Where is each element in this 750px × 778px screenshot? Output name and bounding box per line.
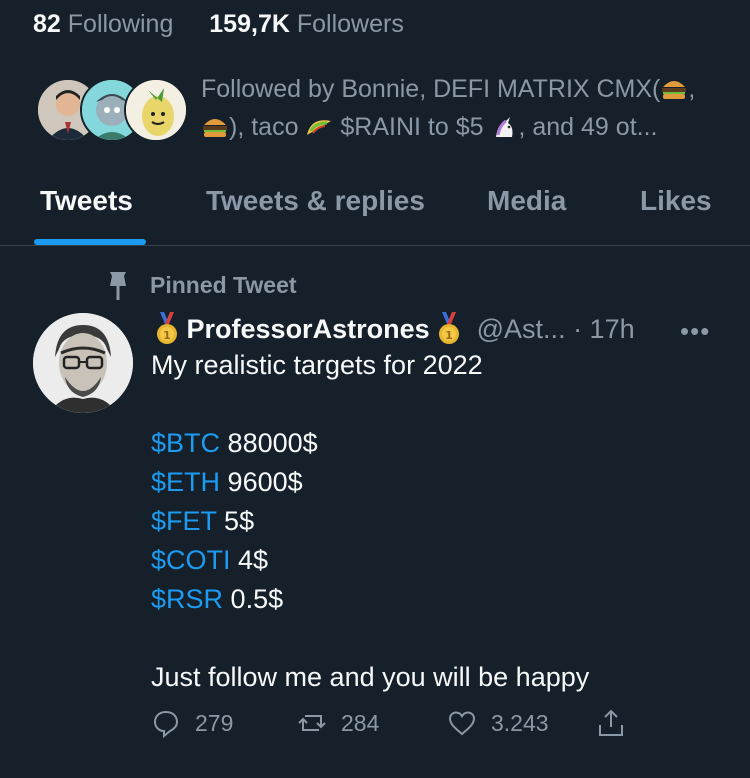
follow-stats: 82 Following 159,7K Followers [33, 10, 404, 39]
following-link[interactable]: 82 Following [33, 10, 180, 38]
like-button[interactable]: 3.243 [447, 708, 549, 738]
more-options-icon[interactable]: ••• [680, 316, 710, 347]
taco-emoji [305, 112, 333, 136]
medal-icon: 1 [437, 312, 461, 346]
burger-emoji [201, 112, 229, 137]
cashtag-link[interactable]: $COTI [151, 545, 231, 575]
tweet-actions: 279 284 3.243 [151, 708, 631, 748]
tweet-header: 1 ProfessorAstrones 1 @Ast... · 17h [155, 312, 635, 346]
svg-text:1: 1 [163, 329, 171, 342]
reply-button[interactable]: 279 [151, 708, 233, 738]
target-line: $COTI 4$ [151, 545, 269, 575]
share-button[interactable] [596, 708, 626, 738]
profile-tabs: Tweets Tweets & replies Media Likes [0, 165, 750, 246]
author-name[interactable]: ProfessorAstrones [187, 314, 430, 344]
cashtag-link[interactable]: $ETH [151, 467, 220, 497]
followed-by-text[interactable]: Followed by Bonnie, DEFI MATRIX CMX(, ),… [201, 70, 731, 146]
retweet-count: 284 [341, 709, 380, 736]
share-icon [599, 709, 623, 736]
pin-icon [104, 270, 132, 308]
target-line: $BTC 88000$ [151, 428, 318, 458]
tweet-body: My realistic targets for 2022 $BTC 88000… [151, 346, 589, 697]
tab-likes[interactable]: Likes [640, 185, 712, 217]
tweet-intro: My realistic targets for 2022 [151, 350, 483, 380]
medal-icon: 1 [155, 312, 179, 346]
handle-and-time[interactable]: @Ast... · 17h [477, 314, 635, 344]
follower-avatar [124, 78, 188, 142]
retweet-button[interactable]: 284 [297, 708, 379, 738]
target-line: $FET 5$ [151, 506, 255, 536]
author-avatar[interactable] [33, 313, 133, 413]
cashtag-link[interactable]: $BTC [151, 428, 220, 458]
target-line: $ETH 9600$ [151, 467, 303, 497]
unicorn-emoji [490, 112, 518, 137]
retweet-icon [298, 715, 326, 731]
tab-tweets-and-replies[interactable]: Tweets & replies [206, 185, 425, 217]
reply-count: 279 [195, 709, 234, 736]
tab-tweets[interactable]: Tweets [40, 185, 133, 217]
target-line: $RSR 0.5$ [151, 584, 284, 614]
cashtag-link[interactable]: $RSR [151, 584, 223, 614]
like-count: 3.243 [491, 709, 549, 736]
followed-by-avatars[interactable] [36, 78, 188, 142]
reply-icon [153, 710, 179, 738]
tweet-closing: Just follow me and you will be happy [151, 662, 590, 692]
active-tab-indicator [34, 239, 146, 245]
heart-icon [448, 711, 476, 736]
svg-text:1: 1 [445, 329, 453, 342]
followers-link[interactable]: 159,7K Followers [202, 10, 404, 38]
cashtag-link[interactable]: $FET [151, 506, 217, 536]
burger-emoji [660, 74, 688, 99]
tab-media[interactable]: Media [487, 185, 566, 217]
